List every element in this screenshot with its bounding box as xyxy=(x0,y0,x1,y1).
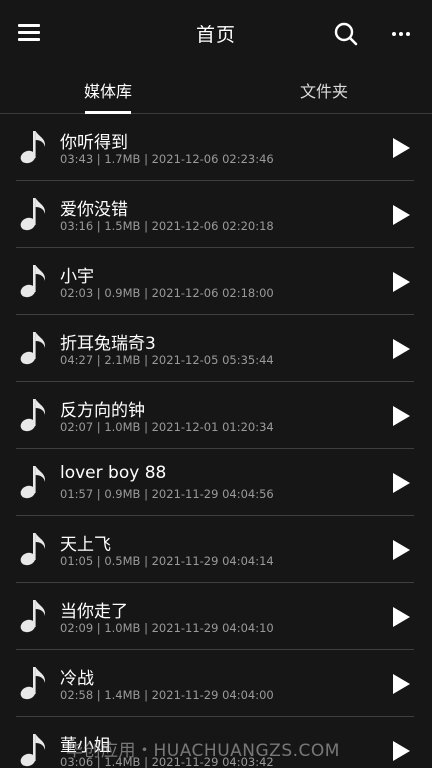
song-row[interactable]: lover boy 88 01:57 | 0.9MB | 2021-11-29 0… xyxy=(0,449,432,516)
song-meta: 02:09 | 1.0MB | 2021-11-29 04:04:10 xyxy=(60,621,274,635)
watermark: 华创应用・HUACHUANGZS.COM xyxy=(66,741,340,761)
song-row[interactable]: 爱你没错 03:16 | 1.5MB | 2021-12-06 02:20:18 xyxy=(0,181,432,248)
song-meta: 03:43 | 1.7MB | 2021-12-06 02:23:46 xyxy=(60,152,274,166)
song-title: 你听得到 xyxy=(60,133,128,153)
song-meta: 01:05 | 0.5MB | 2021-11-29 04:04:14 xyxy=(60,554,274,568)
play-icon[interactable] xyxy=(388,403,414,429)
song-title: 小宇 xyxy=(60,267,94,287)
song-meta: 02:03 | 0.9MB | 2021-12-06 02:18:00 xyxy=(60,286,274,300)
song-meta: 04:27 | 2.1MB | 2021-12-05 05:35:44 xyxy=(60,353,274,367)
song-row[interactable]: 你听得到 03:43 | 1.7MB | 2021-12-06 02:23:46 xyxy=(0,114,432,181)
app-screen: 首页 媒体库 文件夹 你听得到 03:43 | 1.7MB | 2021-12-0… xyxy=(0,0,432,768)
music-note-icon xyxy=(18,195,48,231)
song-row[interactable]: 当你走了 02:09 | 1.0MB | 2021-11-29 04:04:10 xyxy=(0,583,432,650)
music-note-icon xyxy=(18,530,48,566)
song-title: 折耳兔瑞奇3 xyxy=(60,334,156,354)
tab-media-library[interactable]: 媒体库 xyxy=(0,62,216,114)
play-icon[interactable] xyxy=(388,671,414,697)
song-meta: 02:07 | 1.0MB | 2021-12-01 01:20:34 xyxy=(60,420,274,434)
tab-folders[interactable]: 文件夹 xyxy=(216,62,432,114)
song-meta: 02:58 | 1.4MB | 2021-11-29 04:04:00 xyxy=(60,688,274,702)
tab-label: 文件夹 xyxy=(299,82,348,101)
tab-bar: 媒体库 文件夹 xyxy=(0,62,432,114)
song-meta: 03:16 | 1.5MB | 2021-12-06 02:20:18 xyxy=(60,219,274,233)
more-horizontal-icon[interactable] xyxy=(386,22,416,46)
music-note-icon xyxy=(18,396,48,432)
song-title: lover boy 88 xyxy=(60,463,167,483)
tab-label: 媒体库 xyxy=(83,82,132,101)
song-row[interactable]: 折耳兔瑞奇3 04:27 | 2.1MB | 2021-12-05 05:35:4… xyxy=(0,315,432,382)
play-icon[interactable] xyxy=(388,269,414,295)
page-title: 首页 xyxy=(195,24,236,46)
play-icon[interactable] xyxy=(388,604,414,630)
song-title: 反方向的钟 xyxy=(60,401,145,421)
song-row[interactable]: 反方向的钟 02:07 | 1.0MB | 2021-12-01 01:20:34 xyxy=(0,382,432,449)
play-icon[interactable] xyxy=(388,537,414,563)
song-meta: 01:57 | 0.9MB | 2021-11-29 04:04:56 xyxy=(60,487,274,501)
music-note-icon xyxy=(18,664,48,700)
song-title: 当你走了 xyxy=(60,602,128,622)
top-app-bar: 首页 xyxy=(0,0,432,62)
music-note-icon xyxy=(18,128,48,164)
song-row[interactable]: 冷战 02:58 | 1.4MB | 2021-11-29 04:04:00 xyxy=(0,650,432,717)
song-row[interactable]: 天上飞 01:05 | 0.5MB | 2021-11-29 04:04:14 xyxy=(0,516,432,583)
music-note-icon xyxy=(18,463,48,499)
song-list: 你听得到 03:43 | 1.7MB | 2021-12-06 02:23:46 爱… xyxy=(0,114,432,768)
song-title: 天上飞 xyxy=(60,535,111,555)
search-icon[interactable] xyxy=(333,21,359,47)
music-note-icon xyxy=(18,597,48,633)
song-row[interactable]: 小宇 02:03 | 0.9MB | 2021-12-06 02:18:00 xyxy=(0,248,432,315)
song-title: 爱你没错 xyxy=(60,200,128,220)
play-icon[interactable] xyxy=(388,135,414,161)
play-icon[interactable] xyxy=(388,738,414,764)
music-note-icon xyxy=(18,329,48,365)
music-note-icon xyxy=(18,262,48,298)
song-title: 冷战 xyxy=(60,669,94,689)
play-icon[interactable] xyxy=(388,202,414,228)
play-icon[interactable] xyxy=(388,336,414,362)
play-icon[interactable] xyxy=(388,470,414,496)
music-note-icon xyxy=(18,731,48,767)
